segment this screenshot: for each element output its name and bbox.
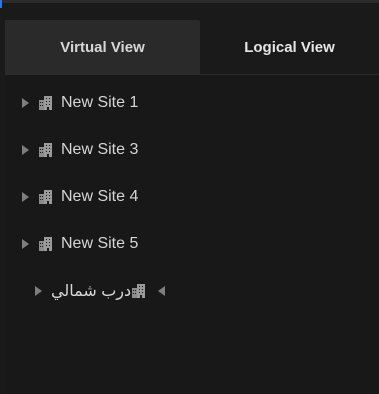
- tree-item-label: New Site 3: [61, 140, 139, 158]
- expand-arrow-icon[interactable]: [31, 284, 45, 298]
- tree-item-rtl-row: درب شمالي: [18, 281, 379, 301]
- site-tree: New Site 1 New Site 3 New Site 4 New Sit…: [5, 75, 379, 314]
- tab-logical-view-label: Logical View: [244, 38, 335, 56]
- expand-arrow-icon[interactable]: [18, 143, 32, 157]
- expand-arrow-icon[interactable]: [18, 96, 32, 110]
- tree-item-new-site-4[interactable]: New Site 4: [5, 173, 379, 220]
- building-icon: [39, 236, 52, 251]
- building-icon: [39, 95, 52, 110]
- tree-item-new-site-3[interactable]: New Site 3: [5, 126, 379, 173]
- tab-virtual-view[interactable]: Virtual View: [5, 20, 200, 74]
- tree-item-north-gate[interactable]: درب شمالي: [5, 267, 379, 314]
- tree-item-label: درب شمالي: [51, 282, 132, 300]
- view-tabs: Virtual View Logical View: [5, 20, 379, 75]
- window-top-border: [0, 0, 379, 3]
- tree-item-new-site-5[interactable]: New Site 5: [5, 220, 379, 267]
- expand-arrow-icon[interactable]: [154, 284, 168, 298]
- tree-item-new-site-1[interactable]: New Site 1: [5, 79, 379, 126]
- building-icon: [39, 142, 52, 157]
- tab-logical-view[interactable]: Logical View: [200, 20, 379, 74]
- site-tree-panel: Virtual View Logical View New Site 1 New…: [5, 20, 379, 394]
- window-accent-marker: [0, 0, 2, 8]
- tree-item-label: New Site 4: [61, 187, 139, 205]
- tree-item-label: New Site 1: [61, 93, 139, 111]
- expand-arrow-icon[interactable]: [18, 190, 32, 204]
- expand-arrow-icon[interactable]: [18, 237, 32, 251]
- tab-virtual-view-label: Virtual View: [60, 38, 145, 56]
- building-icon: [39, 189, 52, 204]
- building-icon: [132, 283, 146, 298]
- tree-item-label: New Site 5: [61, 234, 139, 252]
